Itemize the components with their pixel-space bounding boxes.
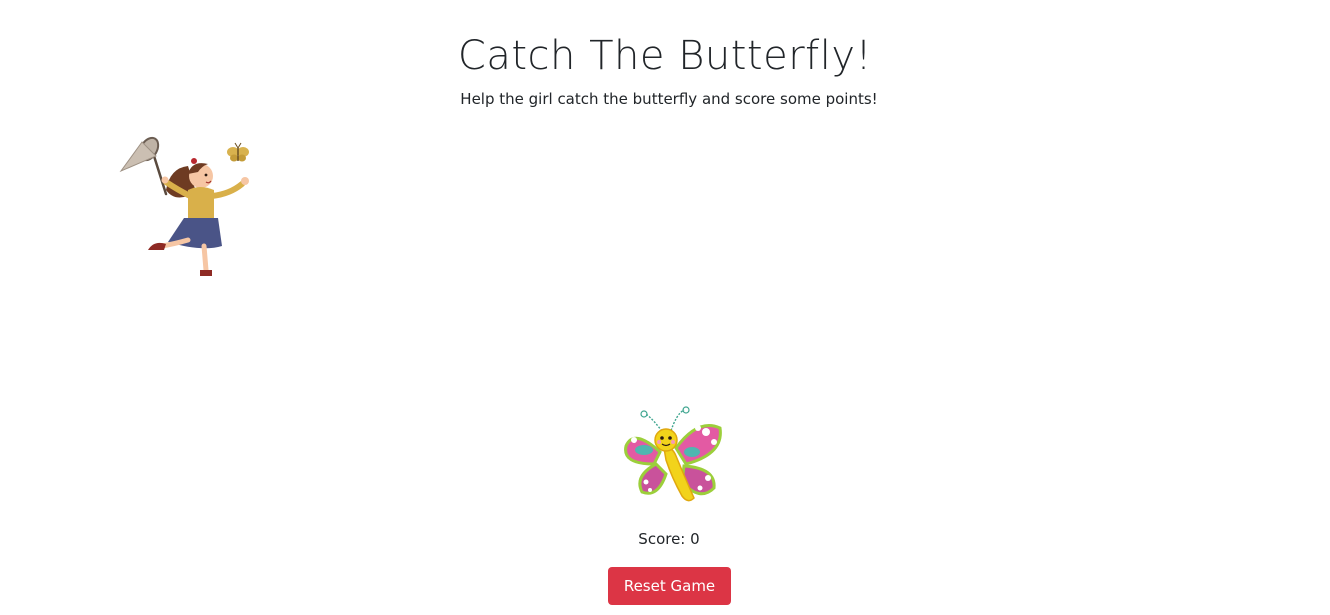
page-subtitle: Help the girl catch the butterfly and sc… (460, 90, 878, 108)
butterfly-target[interactable] (620, 404, 724, 508)
score-display: Score: 0 (638, 530, 700, 548)
girl-with-net-image (119, 136, 249, 276)
small-butterfly-icon (227, 142, 249, 162)
game-page: Catch The Butterfly! Help the girl catch… (0, 0, 1330, 615)
reset-game-button[interactable]: Reset Game (608, 567, 731, 605)
page-title: Catch The Butterfly! (457, 33, 873, 79)
